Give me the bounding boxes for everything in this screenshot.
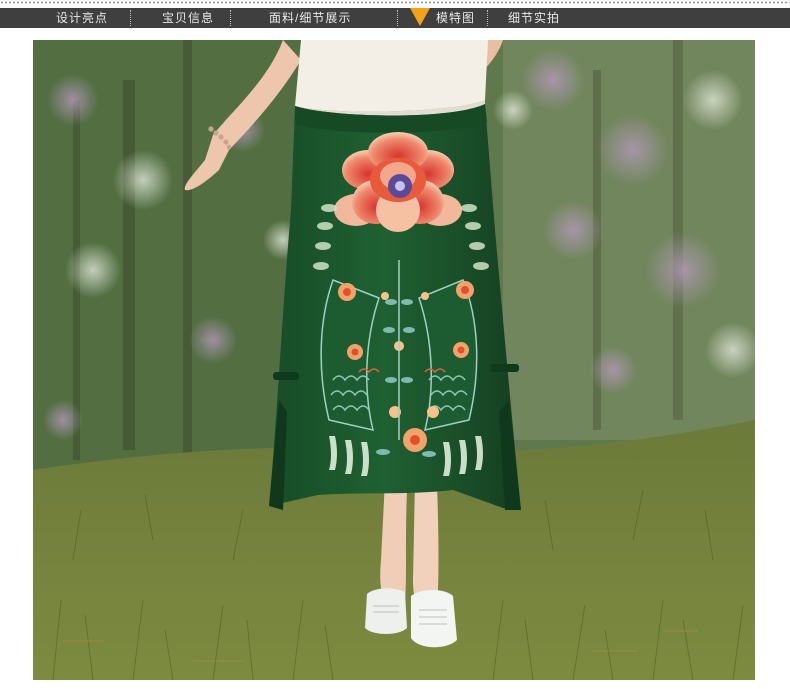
active-tab-arrow-icon	[410, 8, 430, 26]
nav-item-design-highlights[interactable]: 设计亮点	[56, 8, 108, 28]
dotted-divider	[0, 1, 790, 4]
nav-separator	[487, 10, 488, 26]
nav-bar: 设计亮点 宝贝信息 面料/细节展示 模特图 细节实拍	[0, 8, 790, 28]
product-photo	[33, 40, 755, 680]
detail-nav: 设计亮点 宝贝信息 面料/细节展示 模特图 细节实拍	[0, 0, 790, 34]
nav-item-product-info[interactable]: 宝贝信息	[162, 8, 214, 28]
nav-item-model-photos[interactable]: 模特图	[436, 8, 475, 28]
nav-separator	[130, 10, 131, 26]
model-skirt-illustration	[33, 40, 755, 680]
nav-separator	[397, 10, 398, 26]
nav-separator	[230, 10, 231, 26]
nav-item-fabric-details[interactable]: 面料/细节展示	[269, 8, 351, 28]
nav-item-detail-shots[interactable]: 细节实拍	[508, 8, 560, 28]
